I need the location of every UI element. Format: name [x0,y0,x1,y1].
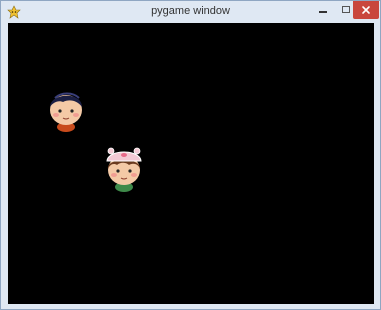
app-window: pygame window [0,0,381,310]
girl-head-icon [106,147,142,192]
boy-head-icon [50,92,82,132]
close-icon [362,6,370,14]
game-canvas[interactable] [8,23,374,304]
minimize-button[interactable] [311,1,335,19]
title-bar[interactable]: pygame window [1,1,380,23]
minimize-icon [319,11,327,13]
maximize-icon [342,6,350,13]
close-button[interactable] [353,1,379,19]
